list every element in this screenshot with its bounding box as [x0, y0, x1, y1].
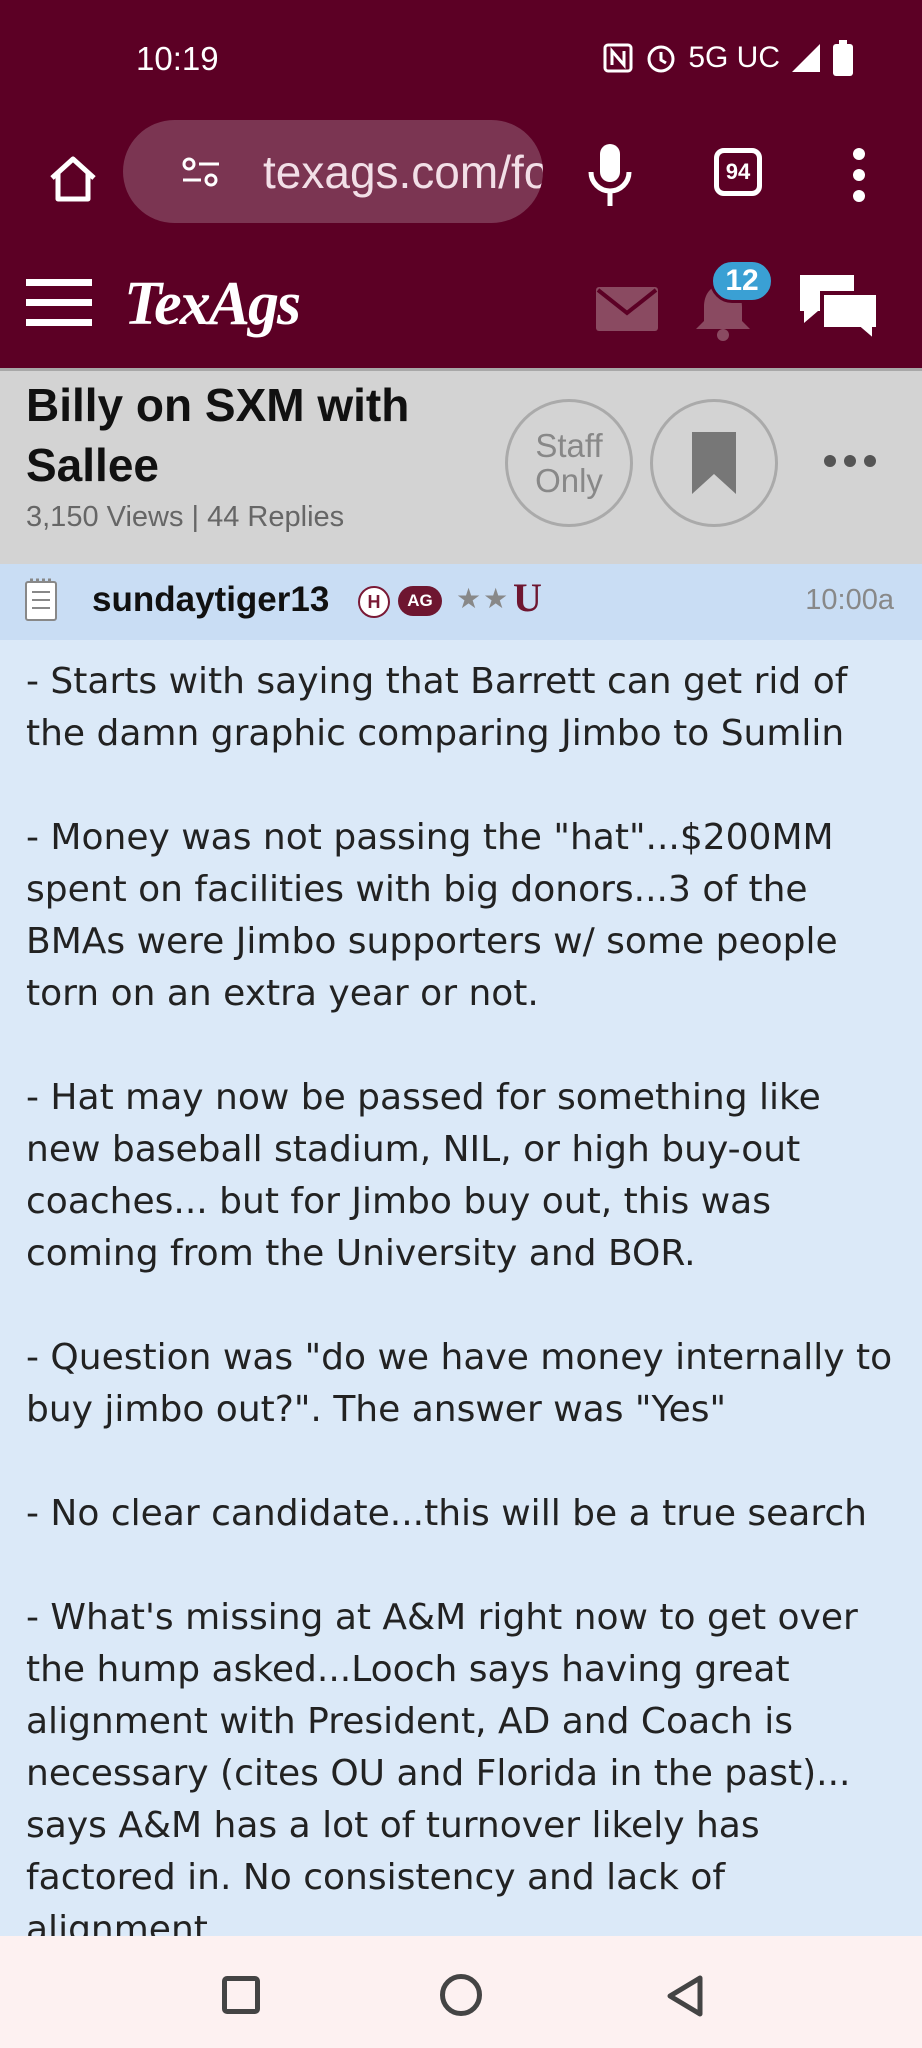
badge-h: H — [358, 586, 390, 618]
chat-button[interactable] — [796, 271, 882, 346]
staff-only-button[interactable]: Staff Only — [505, 399, 633, 527]
mail-icon — [596, 287, 658, 331]
post-paragraph: - Question was "do we have money interna… — [26, 1337, 893, 1430]
url-text[interactable]: texags.com/forums — [263, 145, 543, 199]
post-paragraph: - No clear candidate...this will be a tr… — [26, 1493, 867, 1534]
home-icon — [50, 156, 96, 202]
network-label: 5G UC — [688, 41, 780, 74]
home-button[interactable] — [38, 144, 108, 214]
more-vert-icon — [853, 148, 865, 202]
post-notepad-icon[interactable] — [24, 578, 58, 622]
nfc-icon — [603, 43, 633, 73]
badge-ag: AG — [398, 586, 442, 616]
school-logo: U — [513, 575, 542, 620]
thread-stats: 3,150 Views | 44 Replies — [26, 501, 345, 533]
back-icon[interactable] — [664, 1974, 704, 2018]
bookmark-icon — [692, 432, 736, 494]
more-horiz-icon — [824, 455, 876, 467]
post-paragraph: - Hat may now be passed for something li… — [26, 1077, 821, 1274]
tab-switcher-button[interactable]: 94 — [714, 148, 762, 196]
post-paragraph: - Starts with saying that Barrett can ge… — [26, 661, 848, 754]
alarm-icon — [647, 45, 675, 73]
chat-icon — [800, 275, 880, 346]
site-header: TexAgs 12 — [0, 245, 922, 368]
bookmark-button[interactable] — [650, 399, 778, 527]
status-time: 10:19 — [136, 40, 219, 77]
thread-more-button[interactable] — [822, 453, 878, 469]
status-icons: 5G UC — [602, 40, 854, 76]
site-settings-icon[interactable] — [181, 156, 221, 188]
url-bar[interactable]: texags.com/forums — [123, 120, 543, 223]
system-nav-bar — [0, 1936, 922, 2048]
hamburger-icon — [26, 279, 92, 326]
home-nav-button[interactable] — [440, 1974, 482, 2016]
post-body: - Starts with saying that Barrett can ge… — [26, 656, 906, 1936]
post-header: sundaytiger13 H AG ★★ U 10:00a — [0, 564, 922, 640]
signal-icon — [792, 44, 820, 72]
texags-logo[interactable]: TexAgs — [124, 269, 301, 340]
status-bar: 10:19 5G UC — [0, 0, 922, 120]
post-time: 10:00a — [805, 584, 894, 616]
voice-search-button[interactable] — [583, 140, 637, 210]
messages-button[interactable] — [596, 287, 658, 331]
browser-menu-button[interactable] — [848, 140, 870, 210]
recents-button[interactable] — [222, 1976, 260, 2014]
notification-count-badge: 12 — [710, 259, 774, 303]
hamburger-menu-button[interactable] — [26, 277, 92, 329]
thread-header: Billy on SXM with Sallee 3,150 Views | 4… — [0, 368, 922, 564]
browser-toolbar: texags.com/forums 94 — [0, 120, 922, 245]
post-paragraph: - What's missing at A&M right now to get… — [26, 1597, 858, 1936]
rating-stars: ★★ — [456, 583, 511, 614]
thread-title: Billy on SXM with Sallee — [26, 379, 410, 491]
battery-icon — [833, 40, 853, 76]
post-paragraph: - Money was not passing the "hat"...$200… — [26, 817, 838, 1014]
mic-icon — [588, 144, 632, 206]
post-username[interactable]: sundaytiger13 — [92, 580, 329, 620]
